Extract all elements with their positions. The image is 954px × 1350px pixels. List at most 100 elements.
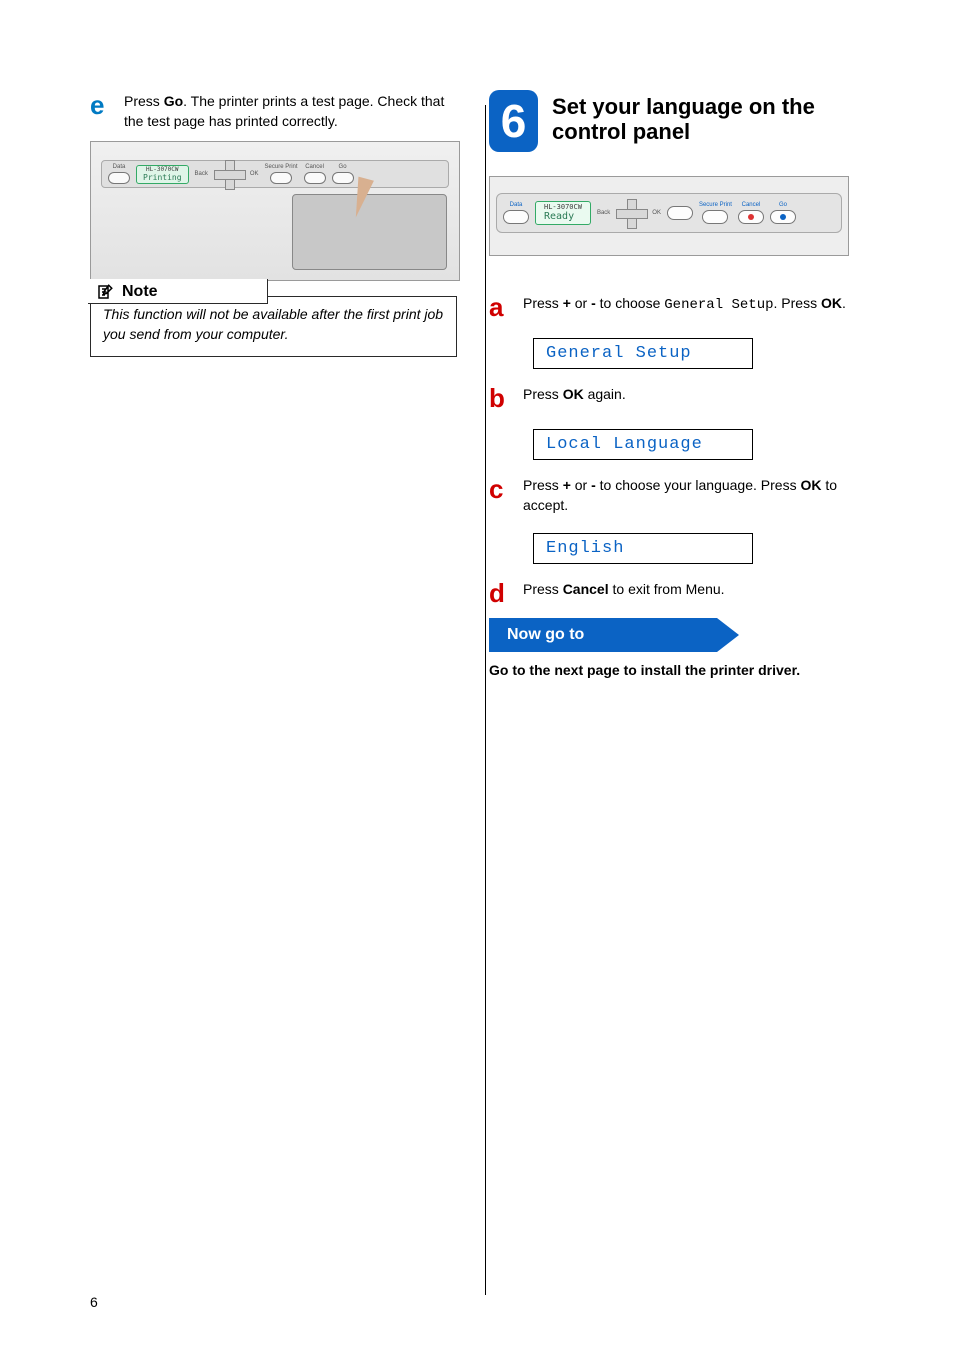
step-letter-d: d: [489, 578, 523, 606]
control-panel-illustration: Data HL-3070CW Ready Back OK Secure Prin…: [489, 176, 849, 256]
lcd-display: English: [533, 533, 753, 564]
printer-body-icon: [292, 194, 447, 270]
secure-group: Secure Print: [699, 202, 732, 224]
back-label: Back: [597, 210, 610, 216]
step-letter-c: c: [489, 474, 523, 502]
section-number-badge: 6: [489, 90, 538, 152]
cancel-label: Cancel: [305, 164, 324, 170]
step-b: b Press OK again.: [489, 383, 874, 411]
pencil-note-icon: [96, 283, 114, 301]
lcd-display: General Setup: [533, 338, 753, 369]
secure-btn: [702, 210, 728, 224]
step-c: c Press + or - to choose your language. …: [489, 474, 874, 515]
now-go-to-label: Now go to: [489, 618, 717, 652]
dpad-icon: [616, 199, 646, 227]
left-column: e Press Go. The printer prints a test pa…: [0, 90, 477, 678]
panel-lcd: HL-3070CW Ready: [535, 201, 591, 226]
cancel-btn: [738, 210, 764, 224]
step-a-body: Press + or - to choose General Setup. Pr…: [523, 292, 846, 316]
ok-btn: [667, 206, 693, 220]
printer-panel-strip: Data HL-3070CW Printing Back OK Secure P…: [101, 160, 449, 188]
go-group: Go: [770, 202, 796, 224]
right-column: 6 Set your language on the control panel…: [477, 90, 954, 678]
cancel-btn: [304, 172, 326, 184]
text: Press: [523, 386, 563, 402]
data-label: Data: [510, 202, 523, 208]
lcd-text: Printing: [143, 173, 182, 182]
ok-key: OK: [821, 295, 842, 311]
ok-key: OK: [800, 477, 821, 493]
dpad-icon: [214, 160, 244, 188]
text: to choose: [596, 295, 665, 311]
step-e-body: Press Go. The printer prints a test page…: [124, 90, 457, 131]
text: or: [571, 477, 591, 493]
data-led: [503, 210, 529, 224]
plus-key: +: [563, 477, 571, 493]
panel-lcd-text: Ready: [544, 211, 582, 222]
text: . Press: [774, 295, 821, 311]
data-led-group: Data: [503, 202, 529, 224]
menu-name: General Setup: [664, 297, 773, 313]
column-divider: [485, 105, 486, 1295]
data-led-group: Data: [108, 164, 130, 184]
ok-key: OK: [563, 386, 584, 402]
step-b-lcd-wrap: Local Language: [533, 421, 874, 474]
note-box: This function will not be available afte…: [90, 296, 457, 357]
text: or: [571, 295, 591, 311]
cancel-key: Cancel: [563, 581, 609, 597]
note-wrapper: This function will not be available afte…: [90, 296, 457, 357]
step-e: e Press Go. The printer prints a test pa…: [90, 90, 457, 131]
section-title: Set your language on the control panel: [552, 90, 874, 145]
lcd-mini: HL-3070CW Printing: [136, 165, 189, 184]
panel-lcd-model: HL-3070CW: [544, 204, 582, 212]
data-label: Data: [113, 164, 126, 170]
section-heading: 6 Set your language on the control panel: [489, 90, 874, 152]
step-letter-e: e: [90, 90, 124, 118]
step-a: a Press + or - to choose General Setup. …: [489, 292, 874, 320]
secure-label: Secure Print: [265, 164, 298, 170]
panel-strip: Data HL-3070CW Ready Back OK Secure Prin…: [496, 193, 842, 233]
now-go-to-banner: Now go to: [489, 618, 739, 652]
go-label: Go: [339, 164, 347, 170]
step-letter-b: b: [489, 383, 523, 411]
ok-label: OK: [250, 171, 259, 177]
cancel-group: Cancel: [738, 202, 764, 224]
step-d-body: Press Cancel to exit from Menu.: [523, 578, 725, 600]
go-btn: [770, 210, 796, 224]
step-d: d Press Cancel to exit from Menu.: [489, 578, 874, 606]
text: again.: [584, 386, 626, 402]
text: Press: [124, 93, 164, 109]
page-number: 6: [90, 1294, 98, 1310]
note-body: This function will not be available afte…: [91, 297, 456, 356]
data-led: [108, 172, 130, 184]
secure-btn: [270, 172, 292, 184]
step-a-lcd-wrap: General Setup: [533, 330, 874, 383]
step-b-body: Press OK again.: [523, 383, 626, 405]
step-letter-a: a: [489, 292, 523, 320]
after-arrow-text: Go to the next page to install the print…: [489, 662, 874, 678]
go-label: Go: [779, 202, 787, 208]
page: e Press Go. The printer prints a test pa…: [0, 0, 954, 678]
text: Press: [523, 295, 563, 311]
text: Press: [523, 477, 563, 493]
printer-illustration: Data HL-3070CW Printing Back OK Secure P…: [90, 141, 460, 281]
note-title: Note: [122, 283, 158, 301]
step-c-body: Press + or - to choose your language. Pr…: [523, 474, 874, 515]
plus-key: +: [563, 295, 571, 311]
note-title-row: Note: [88, 279, 268, 304]
cancel-group: Cancel: [304, 164, 326, 184]
back-label: Back: [195, 171, 208, 177]
secure-group: Secure Print: [265, 164, 298, 184]
go-btn: [332, 172, 354, 184]
text: to choose your language. Press: [596, 477, 801, 493]
text: Press: [523, 581, 563, 597]
secure-label: Secure Print: [699, 202, 732, 208]
step-c-lcd-wrap: English: [533, 525, 874, 578]
text: to exit from Menu.: [609, 581, 725, 597]
ok-label: OK: [652, 210, 661, 216]
lcd-display: Local Language: [533, 429, 753, 460]
cancel-label: Cancel: [742, 202, 761, 208]
go-group: Go: [332, 164, 354, 184]
key-go: Go: [164, 93, 183, 109]
text: .: [842, 295, 846, 311]
